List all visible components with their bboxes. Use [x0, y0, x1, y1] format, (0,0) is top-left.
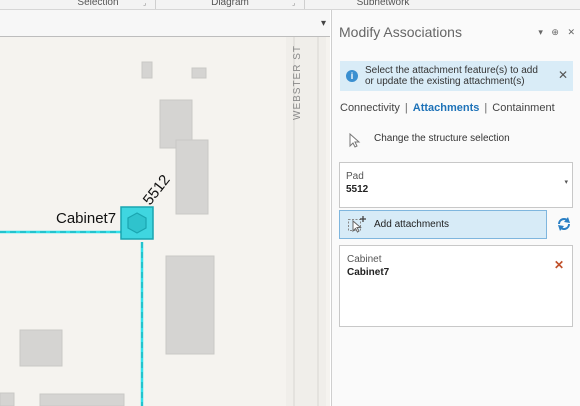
change-structure-label: Change the structure selection — [374, 133, 510, 144]
pad-label: 5512 — [140, 172, 174, 209]
building — [165, 255, 215, 355]
info-icon: i — [346, 70, 358, 82]
ribbon-separator — [155, 0, 156, 9]
close-icon[interactable]: ✕ — [567, 27, 575, 37]
ribbon-group-bar: Selection ⌟ Diagram ⌟ Subnetwork — [0, 0, 580, 10]
remove-x-icon[interactable]: ✕ — [554, 258, 564, 272]
change-structure-button[interactable]: Change the structure selection — [340, 130, 570, 150]
tab-separator: | — [484, 102, 488, 114]
building — [19, 329, 63, 367]
road-label: WEBSTER ST — [292, 44, 303, 120]
info-message: i Select the attachment feature(s) to ad… — [340, 61, 573, 91]
refresh-icon[interactable] — [556, 216, 572, 232]
pin-icon[interactable]: ⊕ — [551, 27, 559, 37]
building — [141, 61, 153, 79]
dialog-launcher-icon[interactable]: ⌟ — [292, 0, 299, 7]
ribbon-group-diagram: Diagram — [211, 0, 249, 8]
building — [175, 139, 209, 215]
building — [39, 393, 125, 406]
ribbon-group-selection: Selection — [77, 0, 119, 8]
pane-title: Modify Associations — [339, 24, 462, 40]
structure-id: 5512 — [346, 184, 369, 195]
attachment-type: Cabinet — [347, 254, 382, 265]
building — [191, 67, 207, 79]
cabinet-symbol[interactable] — [127, 212, 147, 234]
info-text: Select the attachment feature(s) to add … — [365, 65, 538, 87]
cabinet-label: Cabinet7 — [56, 210, 117, 227]
add-attachments-label: Add attachments — [374, 219, 450, 230]
map-header: ▾ — [0, 10, 330, 37]
close-icon[interactable]: ✕ — [558, 68, 568, 82]
structure-dropdown[interactable]: Pad 5512 ▾ — [339, 162, 573, 208]
dropdown-icon[interactable]: ▾ — [538, 27, 543, 37]
chevron-down-icon[interactable]: ▾ — [564, 178, 568, 186]
dialog-launcher-icon[interactable]: ⌟ — [143, 0, 150, 7]
pane-tools: ▾ ⊕ ✕ — [532, 27, 575, 38]
building — [0, 392, 15, 406]
tab-containment[interactable]: Containment — [492, 102, 554, 114]
tab-attachments[interactable]: Attachments — [413, 102, 480, 114]
map-view[interactable]: 5512 WEBSTER ST Cabinet7 — [0, 10, 330, 406]
association-tabs: Connectivity | Attachments | Containment — [340, 102, 555, 114]
attachments-list: Cabinet Cabinet7 ✕ — [339, 245, 573, 327]
structure-type: Pad — [346, 171, 364, 182]
select-add-icon — [348, 216, 366, 233]
attachment-name: Cabinet7 — [347, 267, 390, 278]
chevron-down-icon[interactable]: ▾ — [321, 18, 326, 29]
tab-separator: | — [404, 102, 408, 114]
add-attachments-button[interactable]: Add attachments — [339, 210, 547, 239]
tab-connectivity[interactable]: Connectivity — [340, 102, 400, 114]
ribbon-group-subnetwork: Subnetwork — [356, 0, 410, 8]
cursor-arrow-icon — [349, 133, 361, 148]
map-canvas: 5512 — [0, 30, 326, 406]
ribbon-separator — [304, 0, 305, 9]
buildings-layer — [0, 61, 215, 406]
modify-associations-pane: Modify Associations ▾ ⊕ ✕ i Select the a… — [331, 10, 580, 406]
